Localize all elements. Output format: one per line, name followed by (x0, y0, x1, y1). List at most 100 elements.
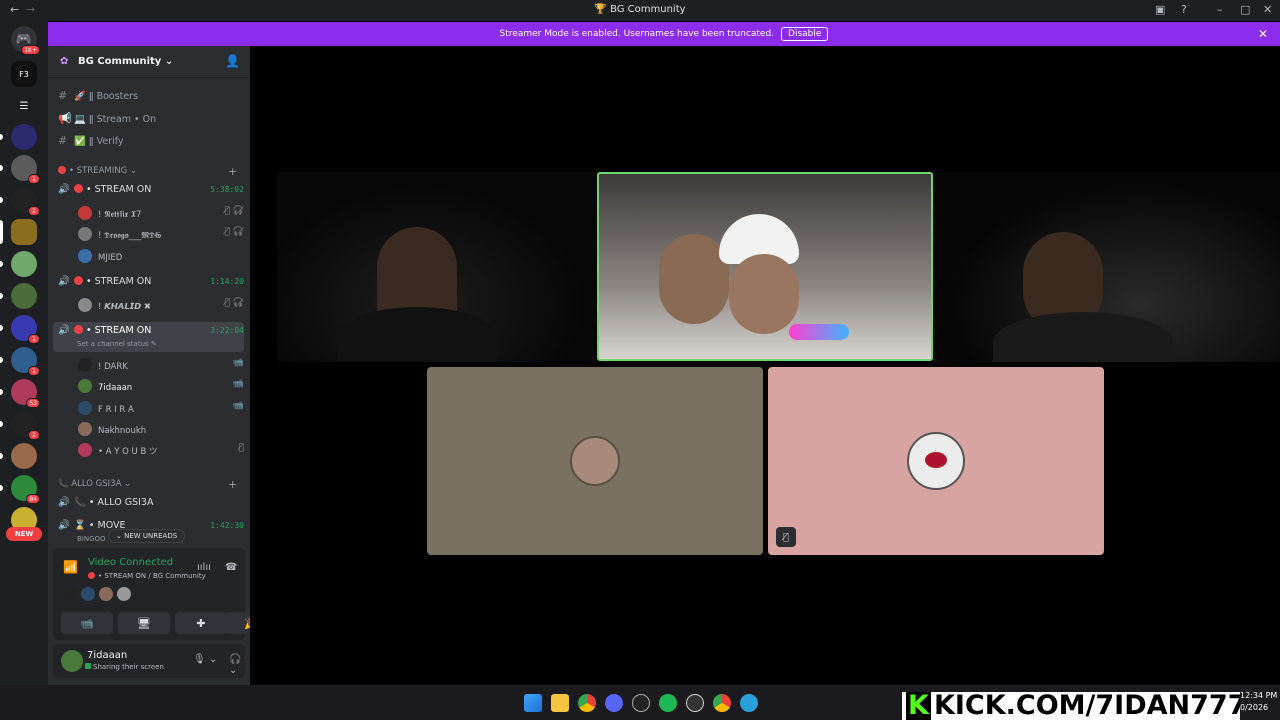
user-name[interactable]: 7idaaan (87, 650, 127, 661)
chrome-icon[interactable] (578, 694, 596, 712)
voice-user[interactable]: ! DARK 📹 (78, 358, 244, 372)
voice-user[interactable]: Nakhnoukh (78, 422, 244, 436)
add-channel-icon[interactable]: + (228, 478, 237, 491)
server-6[interactable]: 1 (11, 315, 40, 344)
video-tile-user-1[interactable] (277, 172, 597, 362)
noise-suppression-icon[interactable]: ıılıı (197, 562, 211, 573)
voice-user[interactable]: ! 𝙆𝙃𝘼𝙇𝙄𝘿 ✖ 🎙̸ 🎧̸ (78, 298, 244, 312)
voice-timer: 1:14:20 (210, 277, 244, 286)
inbox-icon[interactable]: ▣ (1155, 3, 1165, 16)
kick-overlay: K KICK.COM/7IDAN777 (902, 692, 1240, 720)
chrome-icon[interactable] (713, 694, 731, 712)
channel-status[interactable]: Set a channel status ✎ (77, 340, 157, 348)
video-tile-active-speaker[interactable] (597, 172, 933, 361)
video-tile-user-3[interactable] (933, 172, 1280, 362)
server-5[interactable] (11, 283, 37, 309)
add-member-icon[interactable]: 👤 (225, 54, 240, 68)
voice-user-name: 7idaaan (98, 383, 133, 393)
server-3[interactable]: 2 (11, 187, 40, 216)
avatar (78, 422, 92, 436)
kick-url: KICK.COM/7IDAN777 (933, 692, 1240, 720)
minimize-button[interactable]: – (1217, 3, 1223, 16)
new-servers-pill[interactable]: NEW (6, 527, 42, 541)
voice-user[interactable]: MJIED (78, 249, 244, 263)
channel-label: ǁ Stream • On (88, 114, 157, 125)
voice-channel-stream-on-1[interactable]: 🔊 • STREAM ON 5:38:02 (58, 184, 244, 195)
category-streaming[interactable]: • STREAMING ⌄ + (58, 165, 244, 178)
server-4[interactable] (11, 251, 37, 277)
microphone-icon[interactable]: 🎙 ⌄ (193, 654, 217, 665)
muted-deafened-icon: 🎙̸ 🎧̸ (224, 206, 244, 216)
voice-user[interactable]: ! 𝕯𝖗𝖔𝖔𝖌𝖔___𝕸𝕯𝕲 🎙̸ 🎧̸ (78, 227, 244, 241)
headphones-icon[interactable]: 🎧 ⌄ (229, 654, 245, 676)
home-badge: 1K+ (21, 45, 40, 55)
server-2[interactable]: 1 (11, 155, 40, 184)
new-unreads-pill[interactable]: ⌄ NEW UNREADS (108, 529, 186, 543)
participant-avatar[interactable] (99, 587, 113, 601)
discord-icon[interactable] (605, 694, 623, 712)
server-header[interactable]: ✿ BG Community ⌄ 👤 (48, 46, 250, 78)
server-10[interactable] (11, 443, 37, 469)
channel-stream-on[interactable]: 📢 💻 ǁ Stream • On (58, 112, 156, 125)
channel-boosters[interactable]: # 🚀 ǁ Boosters (58, 89, 138, 102)
disconnect-icon[interactable]: ☎ (225, 562, 237, 573)
avatar (78, 249, 92, 263)
server-1[interactable] (11, 124, 37, 150)
obs-icon[interactable] (686, 694, 704, 712)
participant-avatar[interactable] (63, 587, 77, 601)
telegram-icon[interactable] (740, 694, 758, 712)
server-guild-icon: ✿ (60, 56, 69, 67)
voice-user[interactable]: • A Y O U B ツ 🎙̸ (78, 443, 244, 457)
channel-verify[interactable]: # ✅ ǁ Verify (58, 134, 124, 147)
voice-user-name: Nakhnoukh (98, 426, 147, 436)
close-button[interactable]: ✕ (1263, 3, 1272, 16)
voice-channel-info[interactable]: • STREAM ON / BG Community (88, 572, 206, 580)
voice-channel-stream-on-2[interactable]: 🔊 • STREAM ON 1:14:20 (58, 276, 244, 287)
voice-user[interactable]: ! 𝕹𝖊𝖙𝖋𝖑𝖎𝖝 𝖃7 🎙̸ 🎧̸ (78, 206, 244, 220)
add-channel-icon[interactable]: + (228, 165, 237, 178)
user-avatar[interactable] (61, 650, 83, 672)
server-bg-community[interactable] (11, 219, 37, 245)
user-status-text: Sharing their screen (93, 663, 164, 671)
voice-channel-stream-on-3[interactable]: 🔊 • STREAM ON 3:22:04 (58, 325, 244, 336)
avatar-mark (925, 452, 947, 468)
spotify-icon[interactable] (659, 694, 677, 712)
channel-label: ǁ Boosters (88, 91, 139, 102)
participant-avatar[interactable] (117, 587, 131, 601)
home-discord-icon[interactable]: 🎮 1K+ (11, 26, 40, 55)
unread-pip (0, 325, 3, 331)
server-name[interactable]: BG Community ⌄ (78, 56, 173, 67)
voice-tile-user-4[interactable] (427, 367, 763, 555)
speaker-icon: 🔊 (58, 276, 70, 287)
red-circle-icon (58, 166, 66, 174)
participant-avatar[interactable] (81, 587, 95, 601)
help-icon[interactable]: ? (1181, 3, 1187, 16)
server-9[interactable]: 2 (11, 411, 40, 440)
server-6-badge: 1 (28, 334, 40, 344)
screen-share-button[interactable]: 🖥 (118, 612, 170, 634)
windows-start-icon[interactable] (524, 694, 542, 712)
camera-button[interactable]: 📹 (61, 612, 113, 634)
server-11[interactable]: 84 (11, 475, 40, 504)
muted-deafened-icon: 🎙̸ 🎧̸ (224, 298, 244, 308)
server-list-icon[interactable]: ☰ (11, 93, 37, 119)
maximize-button[interactable]: □ (1240, 3, 1250, 16)
disable-streamer-mode-button[interactable]: Disable (781, 27, 829, 41)
server-8[interactable]: 53 (11, 379, 40, 408)
voice-status[interactable]: Video Connected (88, 557, 173, 568)
category-allo-gsi3a[interactable]: 📞 ALLO GSI3A ⌄ + (58, 478, 244, 491)
server-f3[interactable]: F3 (11, 61, 37, 87)
voice-channel-label: • STREAM ON (86, 184, 152, 195)
file-explorer-icon[interactable] (551, 694, 569, 712)
app-icon[interactable] (632, 694, 650, 712)
close-banner-icon[interactable]: ✕ (1258, 27, 1268, 41)
voice-user-name: ! DARK (98, 362, 128, 372)
voice-tile-user-5[interactable]: 🎙̸ (768, 367, 1104, 555)
activities-button[interactable]: ✚ (175, 612, 227, 634)
voice-user[interactable]: F R I R A 📹 (78, 401, 244, 415)
server-7[interactable]: 1 (11, 347, 40, 376)
voice-user-name: ! 𝕹𝖊𝖙𝖋𝖑𝖎𝖝 𝖃7 (98, 210, 142, 220)
voice-user[interactable]: 7idaaan 📹 (78, 379, 244, 393)
new-unreads-text: NEW UNREADS (124, 532, 178, 540)
voice-channel-allo-gsi3a[interactable]: 🔊 📞 • ALLO GSI3A (58, 497, 244, 508)
